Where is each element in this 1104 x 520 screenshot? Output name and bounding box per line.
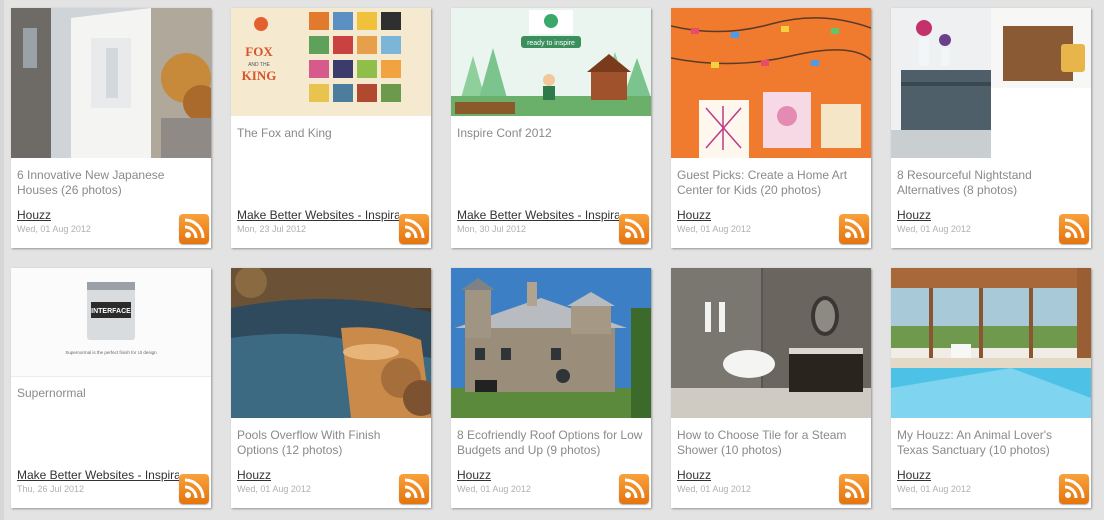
- card-source-link[interactable]: Houzz: [17, 208, 179, 222]
- thumb-line3: KING: [242, 68, 277, 83]
- rss-feed-icon[interactable]: [399, 214, 429, 244]
- rss-feed-icon[interactable]: [1059, 474, 1089, 504]
- card-title[interactable]: My Houzz: An Animal Lover's Texas Sanctu…: [897, 428, 1083, 458]
- card-thumbnail[interactable]: [671, 268, 871, 418]
- card-thumbnail[interactable]: [451, 268, 651, 418]
- rss-feed-icon[interactable]: [839, 214, 869, 244]
- feed-card[interactable]: ready to inspire Inspire Conf 2012 Make …: [451, 8, 651, 248]
- feed-card[interactable]: INTERFACE Supernormal is the perfect fin…: [11, 268, 211, 508]
- card-date: Wed, 01 Aug 2012: [17, 224, 91, 234]
- card-date: Wed, 01 Aug 2012: [237, 484, 311, 494]
- card-source-link[interactable]: Houzz: [897, 208, 1059, 222]
- card-thumbnail[interactable]: [891, 8, 1091, 158]
- feed-card[interactable]: 6 Innovative New Japanese Houses (26 pho…: [11, 8, 211, 248]
- card-date: Wed, 01 Aug 2012: [457, 484, 531, 494]
- card-source-link[interactable]: Make Better Websites - Inspiration: [457, 208, 619, 222]
- rss-feed-icon[interactable]: [179, 474, 209, 504]
- card-thumbnail[interactable]: [671, 8, 871, 158]
- feed-card[interactable]: FOX AND THE KING The Fox and King Make B…: [231, 8, 431, 248]
- card-source-link[interactable]: Houzz: [457, 468, 619, 482]
- feed-card[interactable]: Guest Picks: Create a Home Art Center fo…: [671, 8, 871, 248]
- card-source-link[interactable]: Houzz: [897, 468, 1059, 482]
- thumb-line1: FOX: [245, 44, 273, 59]
- card-source-link[interactable]: Houzz: [677, 208, 839, 222]
- card-thumbnail[interactable]: ready to inspire: [451, 8, 651, 116]
- feed-card[interactable]: 8 Ecofriendly Roof Options for Low Budge…: [451, 268, 651, 508]
- card-title[interactable]: The Fox and King: [237, 126, 423, 141]
- card-title[interactable]: Inspire Conf 2012: [457, 126, 643, 141]
- rss-feed-icon[interactable]: [1059, 214, 1089, 244]
- card-title[interactable]: Supernormal: [17, 386, 203, 401]
- rss-feed-icon[interactable]: [619, 214, 649, 244]
- card-thumbnail[interactable]: [891, 268, 1091, 418]
- card-title[interactable]: 8 Resourceful Nightstand Alternatives (8…: [897, 168, 1083, 198]
- card-date: Wed, 01 Aug 2012: [677, 224, 751, 234]
- card-date: Mon, 30 Jul 2012: [457, 224, 527, 234]
- card-thumbnail[interactable]: [11, 8, 211, 158]
- card-title[interactable]: How to Choose Tile for a Steam Shower (1…: [677, 428, 863, 458]
- card-thumbnail[interactable]: [231, 268, 431, 418]
- thumb-banner: ready to inspire: [527, 40, 575, 47]
- card-thumbnail[interactable]: INTERFACE Supernormal is the perfect fin…: [11, 268, 211, 377]
- card-title[interactable]: Pools Overflow With Finish Options (12 p…: [237, 428, 423, 458]
- feed-card[interactable]: How to Choose Tile for a Steam Shower (1…: [671, 268, 871, 508]
- card-date: Wed, 01 Aug 2012: [677, 484, 751, 494]
- card-source-link[interactable]: Make Better Websites - Inspiration: [237, 208, 399, 222]
- card-source-link[interactable]: Houzz: [677, 468, 839, 482]
- card-title[interactable]: Guest Picks: Create a Home Art Center fo…: [677, 168, 863, 198]
- card-date: Wed, 01 Aug 2012: [897, 224, 971, 234]
- card-thumbnail[interactable]: FOX AND THE KING: [231, 8, 431, 116]
- card-date: Thu, 26 Jul 2012: [17, 484, 85, 494]
- card-source-link[interactable]: Houzz: [237, 468, 399, 482]
- feed-card[interactable]: My Houzz: An Animal Lover's Texas Sanctu…: [891, 268, 1091, 508]
- thumb-caption: Supernormal is the perfect finish for UI…: [65, 350, 157, 355]
- page-edge: [0, 0, 4, 520]
- card-source-link[interactable]: Make Better Websites - Inspiration: [17, 468, 179, 482]
- rss-feed-icon[interactable]: [399, 474, 429, 504]
- rss-feed-icon[interactable]: [179, 214, 209, 244]
- feed-card[interactable]: 8 Resourceful Nightstand Alternatives (8…: [891, 8, 1091, 248]
- rss-feed-icon[interactable]: [839, 474, 869, 504]
- rss-feed-icon[interactable]: [619, 474, 649, 504]
- card-date: Wed, 01 Aug 2012: [897, 484, 971, 494]
- card-date: Mon, 23 Jul 2012: [237, 224, 307, 234]
- thumb-label: INTERFACE: [91, 308, 131, 315]
- card-title[interactable]: 8 Ecofriendly Roof Options for Low Budge…: [457, 428, 643, 458]
- feed-card[interactable]: Pools Overflow With Finish Options (12 p…: [231, 268, 431, 508]
- card-title[interactable]: 6 Innovative New Japanese Houses (26 pho…: [17, 168, 203, 198]
